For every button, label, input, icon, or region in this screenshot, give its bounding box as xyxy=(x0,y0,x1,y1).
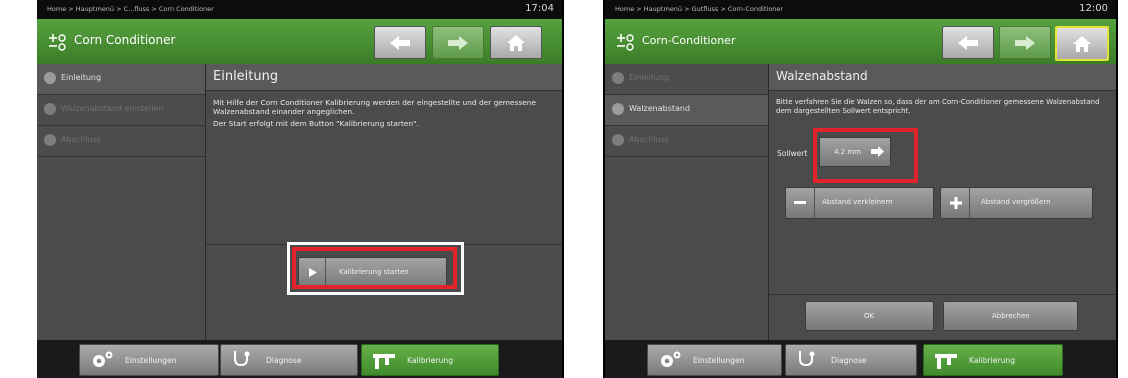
tab-settings[interactable]: Einstellungen xyxy=(647,344,782,376)
home-button[interactable] xyxy=(490,26,542,59)
tab-label: Kalibrierung xyxy=(407,356,454,365)
calibration-icon xyxy=(617,34,634,51)
bottom-tab-bar: Einstellungen Diagnose Kalibrierung xyxy=(37,340,562,378)
arrow-left-icon xyxy=(958,35,978,50)
step-label: Walzenabstand xyxy=(629,104,691,113)
tab-label: Diagnose xyxy=(266,356,302,365)
tab-diagnose[interactable]: Diagnose xyxy=(785,344,917,376)
back-button[interactable] xyxy=(374,26,426,59)
button-separator xyxy=(969,188,970,218)
breadcrumb[interactable]: Home > Hauptmenü > Gutfluss > Corn-Condi… xyxy=(615,5,783,13)
section-heading: Walzenabstand xyxy=(776,69,868,83)
highlight-frame xyxy=(813,128,918,183)
step-label: Einleitung xyxy=(629,73,670,82)
minus-icon xyxy=(794,201,806,204)
step-sidebar: Einleitung Walzenabstand Abschluss xyxy=(605,64,769,340)
tab-settings[interactable]: Einstellungen xyxy=(79,344,219,376)
tab-calibration[interactable]: Kalibrierung xyxy=(923,344,1063,376)
highlight-frame xyxy=(292,247,457,289)
page-title: Corn-Conditioner xyxy=(642,34,736,47)
bottom-tab-bar: Einstellungen Diagnose Kalibrierung xyxy=(605,340,1116,378)
page-title: Corn Conditioner xyxy=(74,33,176,47)
divider xyxy=(769,294,1116,295)
section-heading: Einleitung xyxy=(213,69,279,84)
section-header: Einleitung xyxy=(206,64,562,91)
content-pane: Walzenabstand Bitte verfahren Sie die Wa… xyxy=(769,64,1116,340)
ok-button[interactable]: OK xyxy=(805,301,934,331)
arrow-left-icon xyxy=(390,35,410,50)
target-label: Sollwert xyxy=(777,149,808,158)
home-icon xyxy=(507,34,525,51)
instruction-text: Bitte verfahren Sie die Walzen so, dass … xyxy=(776,98,1100,115)
step-dot-icon xyxy=(44,103,56,115)
stethoscope-icon xyxy=(799,351,815,367)
screen-roller-gap: Home > Hauptmenü > Gutfluss > Corn-Condi… xyxy=(603,0,1118,378)
step-sidebar: Einleitung Walzenabstand einstellen Absc… xyxy=(37,64,206,340)
calibration-icon xyxy=(49,34,66,51)
tab-label: Einstellungen xyxy=(693,356,745,365)
step-label: Einleitung xyxy=(61,73,102,82)
status-bar: Home > Hauptmenü > Gutfluss > Corn-Condi… xyxy=(605,0,1116,19)
stethoscope-icon xyxy=(234,351,250,367)
step-dot-icon xyxy=(612,103,624,115)
decrease-gap-button[interactable]: Abstand verkleinern xyxy=(785,187,934,219)
plus-icon xyxy=(950,197,962,209)
breadcrumb[interactable]: Home > Hauptmenü > C...fluss > Corn Cond… xyxy=(47,5,214,13)
clock: 17:04 xyxy=(525,3,554,14)
step-item-gap[interactable]: Walzenabstand xyxy=(605,95,768,126)
increase-gap-label: Abstand vergrößern xyxy=(981,198,1051,206)
step-label: Abschluss xyxy=(629,135,669,144)
button-separator xyxy=(814,188,815,218)
home-icon xyxy=(1073,35,1091,52)
step-dot-icon xyxy=(44,72,56,84)
ok-label: OK xyxy=(864,312,875,320)
forward-button[interactable] xyxy=(999,26,1051,59)
title-bar: Corn-Conditioner xyxy=(605,19,1116,65)
content-pane: Einleitung Mit Hilfe der Corn Conditione… xyxy=(206,64,562,340)
tab-label: Einstellungen xyxy=(125,356,177,365)
tab-label: Kalibrierung xyxy=(969,356,1016,365)
tab-label: Diagnose xyxy=(831,356,867,365)
step-label: Walzenabstand einstellen xyxy=(61,104,164,113)
increase-gap-button[interactable]: Abstand vergrößern xyxy=(940,187,1093,219)
back-button[interactable] xyxy=(942,26,994,59)
step-label: Abschluss xyxy=(61,135,101,144)
step-item-finish[interactable]: Abschluss xyxy=(37,126,205,157)
step-item-finish[interactable]: Abschluss xyxy=(605,126,768,157)
start-hint-text: Der Start erfolgt mit dem Button "Kalibr… xyxy=(213,119,419,128)
forward-button[interactable] xyxy=(432,26,484,59)
decrease-gap-label: Abstand verkleinern xyxy=(822,198,893,206)
gears-icon xyxy=(93,351,113,367)
screen-intro: Home > Hauptmenü > C...fluss > Corn Cond… xyxy=(37,0,564,378)
gears-icon xyxy=(661,351,681,367)
step-dot-icon xyxy=(612,72,624,84)
tab-diagnose[interactable]: Diagnose xyxy=(220,344,358,376)
section-header: Walzenabstand xyxy=(769,64,1116,91)
step-dot-icon xyxy=(612,134,624,146)
title-bar: Corn Conditioner xyxy=(37,19,562,65)
caliper-icon xyxy=(373,354,395,369)
intro-text: Mit Hilfe der Corn Conditioner Kalibrier… xyxy=(213,98,537,116)
cancel-button[interactable]: Abbrechen xyxy=(943,301,1078,331)
tab-calibration[interactable]: Kalibrierung xyxy=(361,344,499,376)
step-dot-icon xyxy=(44,134,56,146)
cancel-label: Abbrechen xyxy=(992,312,1030,320)
step-item-gap[interactable]: Walzenabstand einstellen xyxy=(37,95,205,126)
caliper-icon xyxy=(935,354,957,369)
arrow-right-icon xyxy=(448,35,468,50)
step-item-intro[interactable]: Einleitung xyxy=(37,64,205,95)
status-bar: Home > Hauptmenü > C...fluss > Corn Cond… xyxy=(37,0,562,19)
home-button[interactable] xyxy=(1055,26,1109,61)
clock: 12:00 xyxy=(1079,3,1108,14)
arrow-right-icon xyxy=(1015,35,1035,50)
step-item-intro[interactable]: Einleitung xyxy=(605,64,768,95)
